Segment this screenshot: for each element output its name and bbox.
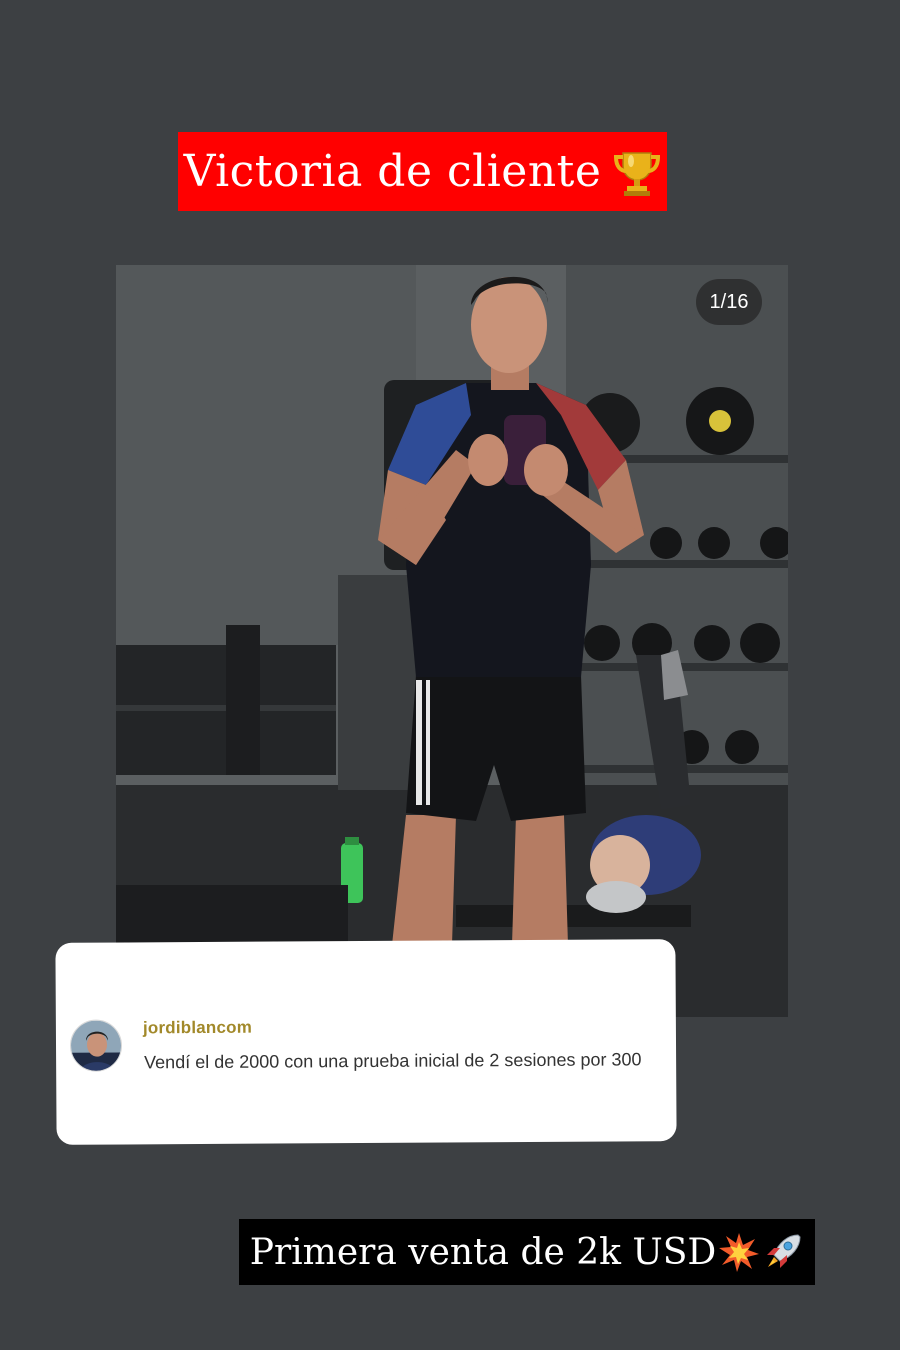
trophy-icon — [613, 147, 661, 197]
story-title: Victoria de cliente — [183, 146, 602, 197]
gym-selfie-photo — [116, 265, 788, 1017]
post-photo[interactable]: 1/16 — [116, 265, 788, 1017]
comment-card[interactable]: jordiblancom Vendí el de 2000 con una pr… — [55, 939, 677, 1145]
comment-username[interactable]: jordiblancom — [143, 1018, 252, 1039]
title-banner: Victoria de cliente — [178, 132, 667, 211]
avatar[interactable] — [69, 1019, 123, 1072]
rocket-icon — [762, 1231, 804, 1273]
explosion-icon — [718, 1231, 760, 1273]
caption-banner: Primera venta de 2k USD — [239, 1219, 815, 1285]
story-caption: Primera venta de 2k USD — [249, 1231, 717, 1273]
page-counter: 1/16 — [696, 279, 762, 325]
comment-text: Vendí el de 2000 con una prueba inicial … — [144, 1049, 642, 1073]
